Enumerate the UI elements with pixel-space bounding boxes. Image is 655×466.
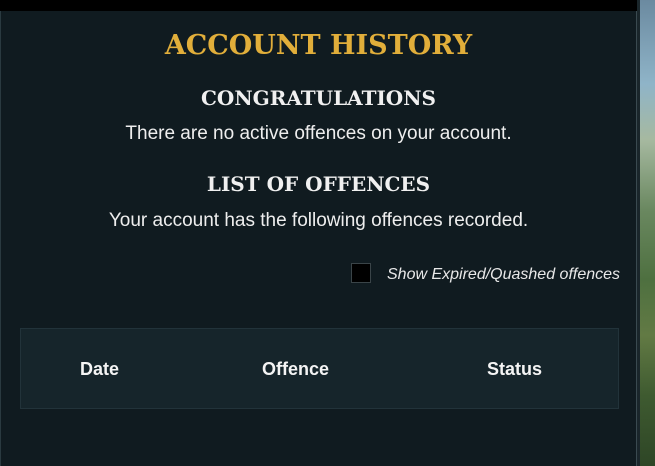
top-bar xyxy=(0,0,637,11)
page-title: ACCOUNT HISTORY xyxy=(164,30,473,61)
no-active-offences-text: There are no active offences on your acc… xyxy=(125,123,512,144)
show-expired-checkbox[interactable] xyxy=(351,263,371,283)
show-expired-label[interactable]: Show Expired/Quashed offences xyxy=(387,266,620,284)
offences-recorded-text: Your account has the following offences … xyxy=(108,210,529,231)
column-header-date: Date xyxy=(80,359,120,379)
column-header-status: Status xyxy=(487,359,543,379)
column-header-offence: Offence xyxy=(262,359,330,379)
list-of-offences-heading: LIST OF OFFENCES xyxy=(206,172,431,196)
background-scenery-image xyxy=(637,0,655,466)
congratulations-heading: CONGRATULATIONS xyxy=(201,86,436,110)
show-expired-filter[interactable]: Show Expired/Quashed offences xyxy=(351,262,620,284)
offences-table: Date Offence Status xyxy=(20,328,619,409)
